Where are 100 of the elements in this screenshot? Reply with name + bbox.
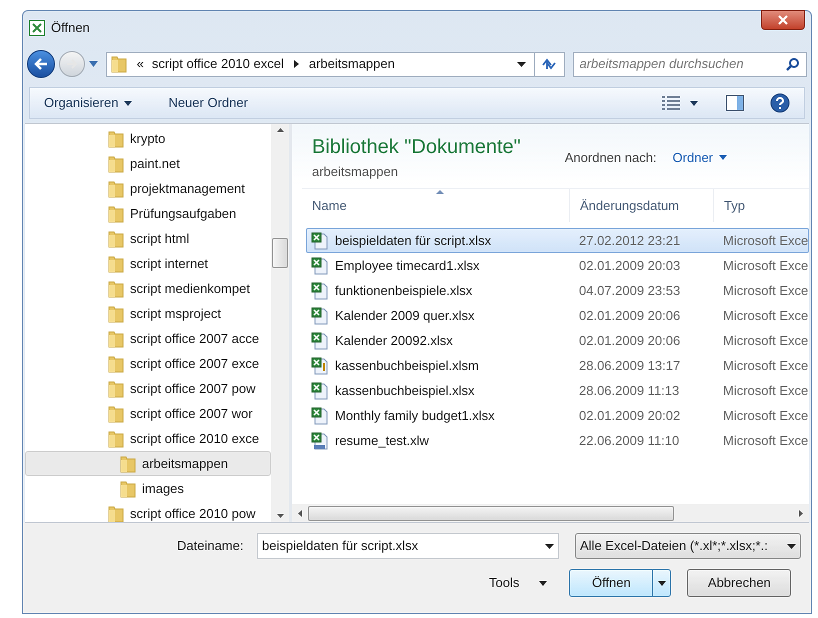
arrange-dropdown[interactable]: Ordner (672, 148, 728, 168)
folder-tree-item[interactable]: script office 2007 pow (25, 376, 271, 401)
column-header[interactable]: Name (302, 189, 570, 222)
folder-tree-item[interactable]: script office 2010 pow (25, 501, 271, 522)
folder-tree-item[interactable]: paint.net (25, 151, 271, 176)
spreadsheet-app-icon (29, 20, 45, 36)
file-row[interactable]: beispieldaten für script.xlsx 27.02.2012 23:21 Microsoft Exce (306, 228, 809, 253)
folder-tree-item[interactable]: krypto (25, 126, 271, 151)
file-row[interactable]: Kalender 20092.xlsx 02.01.2009 20:06 Microsoft Exce (306, 328, 809, 353)
file-type: Microsoft Exce (723, 332, 808, 350)
horizontal-scrollbar[interactable] (292, 504, 809, 522)
file-type: Microsoft Exce (723, 382, 808, 400)
folder-tree-item[interactable]: script office 2010 exce (25, 426, 271, 451)
filename-input[interactable]: beispieldaten für script.xlsx (262, 536, 545, 556)
file-row[interactable]: Monthly family budget1.xlsx 02.01.2009 20:02 Microsoft Exce (306, 403, 809, 428)
folder-name: script office 2007 acce (130, 330, 260, 348)
file-name: kassenbuchbeispiel.xlsm (335, 356, 479, 375)
spreadsheet-file-icon (311, 382, 329, 400)
spreadsheet-file-icon (311, 306, 329, 324)
folder-icon (108, 154, 124, 172)
modified-date: 28.06.2009 13:17 (579, 356, 682, 375)
folder-icon (108, 180, 124, 198)
folder-tree-item[interactable]: script internet (25, 251, 271, 276)
folder-icon (108, 354, 124, 372)
search-field[interactable]: arbeitsmappen durchsuchen (572, 52, 807, 76)
folder-icon (108, 130, 124, 148)
open-button[interactable]: Öffnen (569, 569, 672, 597)
folder-icon (108, 504, 124, 522)
modified-date: 28.06.2009 11:13 (579, 382, 680, 400)
folder-tree-item[interactable]: projektmanagement (25, 176, 271, 201)
column-header[interactable]: Änderungsdatum (570, 189, 714, 222)
folder-icon (108, 280, 124, 298)
folder-icon (110, 55, 127, 73)
vertical-scrollbar[interactable] (271, 124, 289, 522)
file-name: funktionenbeispiele.xlsx (335, 282, 472, 300)
folder-name: script office 2010 exce (130, 430, 260, 448)
folder-name: script html (130, 230, 190, 248)
folder-tree-item[interactable]: script office 2007 wor (25, 401, 271, 426)
caret-icon[interactable] (690, 100, 698, 106)
modified-date: 22.06.2009 11:10 (579, 432, 680, 450)
filename-label: Dateiname: (177, 537, 244, 556)
preview-pane-icon[interactable] (726, 95, 744, 111)
tools-menu-button[interactable]: Tools (489, 573, 548, 593)
modified-date: 02.01.2009 20:06 (579, 332, 682, 350)
folder-name: script medienkompet (130, 280, 250, 298)
file-row[interactable]: funktionenbeispiele.xlsx 04.07.2009 23:53 Microsoft Exce (306, 278, 809, 303)
view-list-icon[interactable] (662, 96, 680, 110)
search-input[interactable]: arbeitsmappen durchsuchen (580, 54, 786, 74)
close-icon (778, 15, 788, 25)
folder-tree-item[interactable]: script msproject (25, 301, 271, 326)
scroll-thumb[interactable] (308, 506, 674, 520)
modified-date: 02.01.2009 20:06 (579, 306, 682, 325)
back-button[interactable] (27, 50, 55, 78)
overflow-chevron[interactable]: « (130, 54, 150, 74)
folder-icon (108, 304, 124, 322)
folder-tree-item[interactable]: script office 2007 exce (25, 351, 271, 376)
modified-date: 27.02.2012 23:21 (579, 232, 682, 250)
dropdown-arrow-icon[interactable] (516, 62, 526, 66)
file-row[interactable]: resume_test.xlw 22.06.2009 11:10 Microsoft Exce (306, 428, 809, 453)
back-arrow-icon (34, 58, 48, 70)
folder-name: arbeitsmappen (142, 454, 228, 473)
folder-icon (108, 404, 124, 422)
sort-arrow-icon (436, 190, 444, 194)
filename-field[interactable]: beispieldaten für script.xlsx (257, 533, 559, 559)
breadcrumb-item[interactable]: script office 2010 excel (150, 54, 286, 74)
scroll-thumb[interactable] (272, 238, 288, 268)
file-row[interactable]: kassenbuchbeispiel.xlsx 28.06.2009 11:13 Microsoft Exce (306, 378, 809, 403)
breadcrumb-arrow-icon[interactable] (294, 60, 299, 68)
folder-name: script internet (130, 254, 208, 273)
new-folder-button[interactable]: Neuer Ordner (168, 93, 248, 113)
library-subtitle: arbeitsmappen (312, 163, 399, 181)
folder-tree-item[interactable]: images (25, 476, 271, 501)
folder-tree-item[interactable]: arbeitsmappen (25, 451, 271, 476)
folder-icon (108, 380, 124, 398)
help-icon[interactable] (770, 93, 790, 113)
scroll-up-icon (276, 128, 284, 132)
folder-name: script office 2007 pow (130, 380, 256, 398)
close-button[interactable] (761, 10, 805, 30)
file-type: Microsoft Exce (723, 306, 808, 325)
file-type-dropdown[interactable]: Alle Excel-Dateien (*.xl*;*.xlsx;*.: (575, 533, 801, 559)
file-type: Microsoft Exce (723, 282, 808, 300)
folder-tree-item[interactable]: script medienkompet (25, 276, 271, 301)
organize-menu-button[interactable]: Organisieren (44, 93, 132, 113)
file-row[interactable]: Employee timecard1.xlsx 02.01.2009 20:03 Microsoft Exce (306, 253, 809, 278)
spreadsheet-file-icon (311, 356, 329, 374)
folder-tree-item[interactable]: script html (25, 226, 271, 251)
arrange-label: Anordnen nach: (564, 149, 657, 167)
folder-icon (108, 230, 124, 248)
file-row[interactable]: kassenbuchbeispiel.xlsm 28.06.2009 13:17 Microsoft Exce (306, 353, 809, 378)
caret-icon (539, 580, 548, 586)
breadcrumb-item[interactable]: arbeitsmappen (306, 54, 397, 74)
folder-tree-item[interactable]: script office 2007 acce (25, 326, 271, 351)
address-bar[interactable]: « script office 2010 excel arbeitsmappen (106, 52, 564, 76)
modified-date: 02.01.2009 20:02 (579, 406, 682, 425)
folder-tree-item[interactable]: Prüfungsaufgaben (25, 201, 271, 226)
column-header[interactable]: Typ (714, 189, 809, 222)
file-type: Microsoft Exce (723, 232, 808, 250)
cancel-button[interactable]: Abbrechen (687, 569, 792, 597)
file-row[interactable]: Kalender 2009 quer.xlsx 02.01.2009 20:06 Microsoft Exce (306, 303, 809, 328)
folder-name: script office 2007 wor (130, 404, 253, 423)
